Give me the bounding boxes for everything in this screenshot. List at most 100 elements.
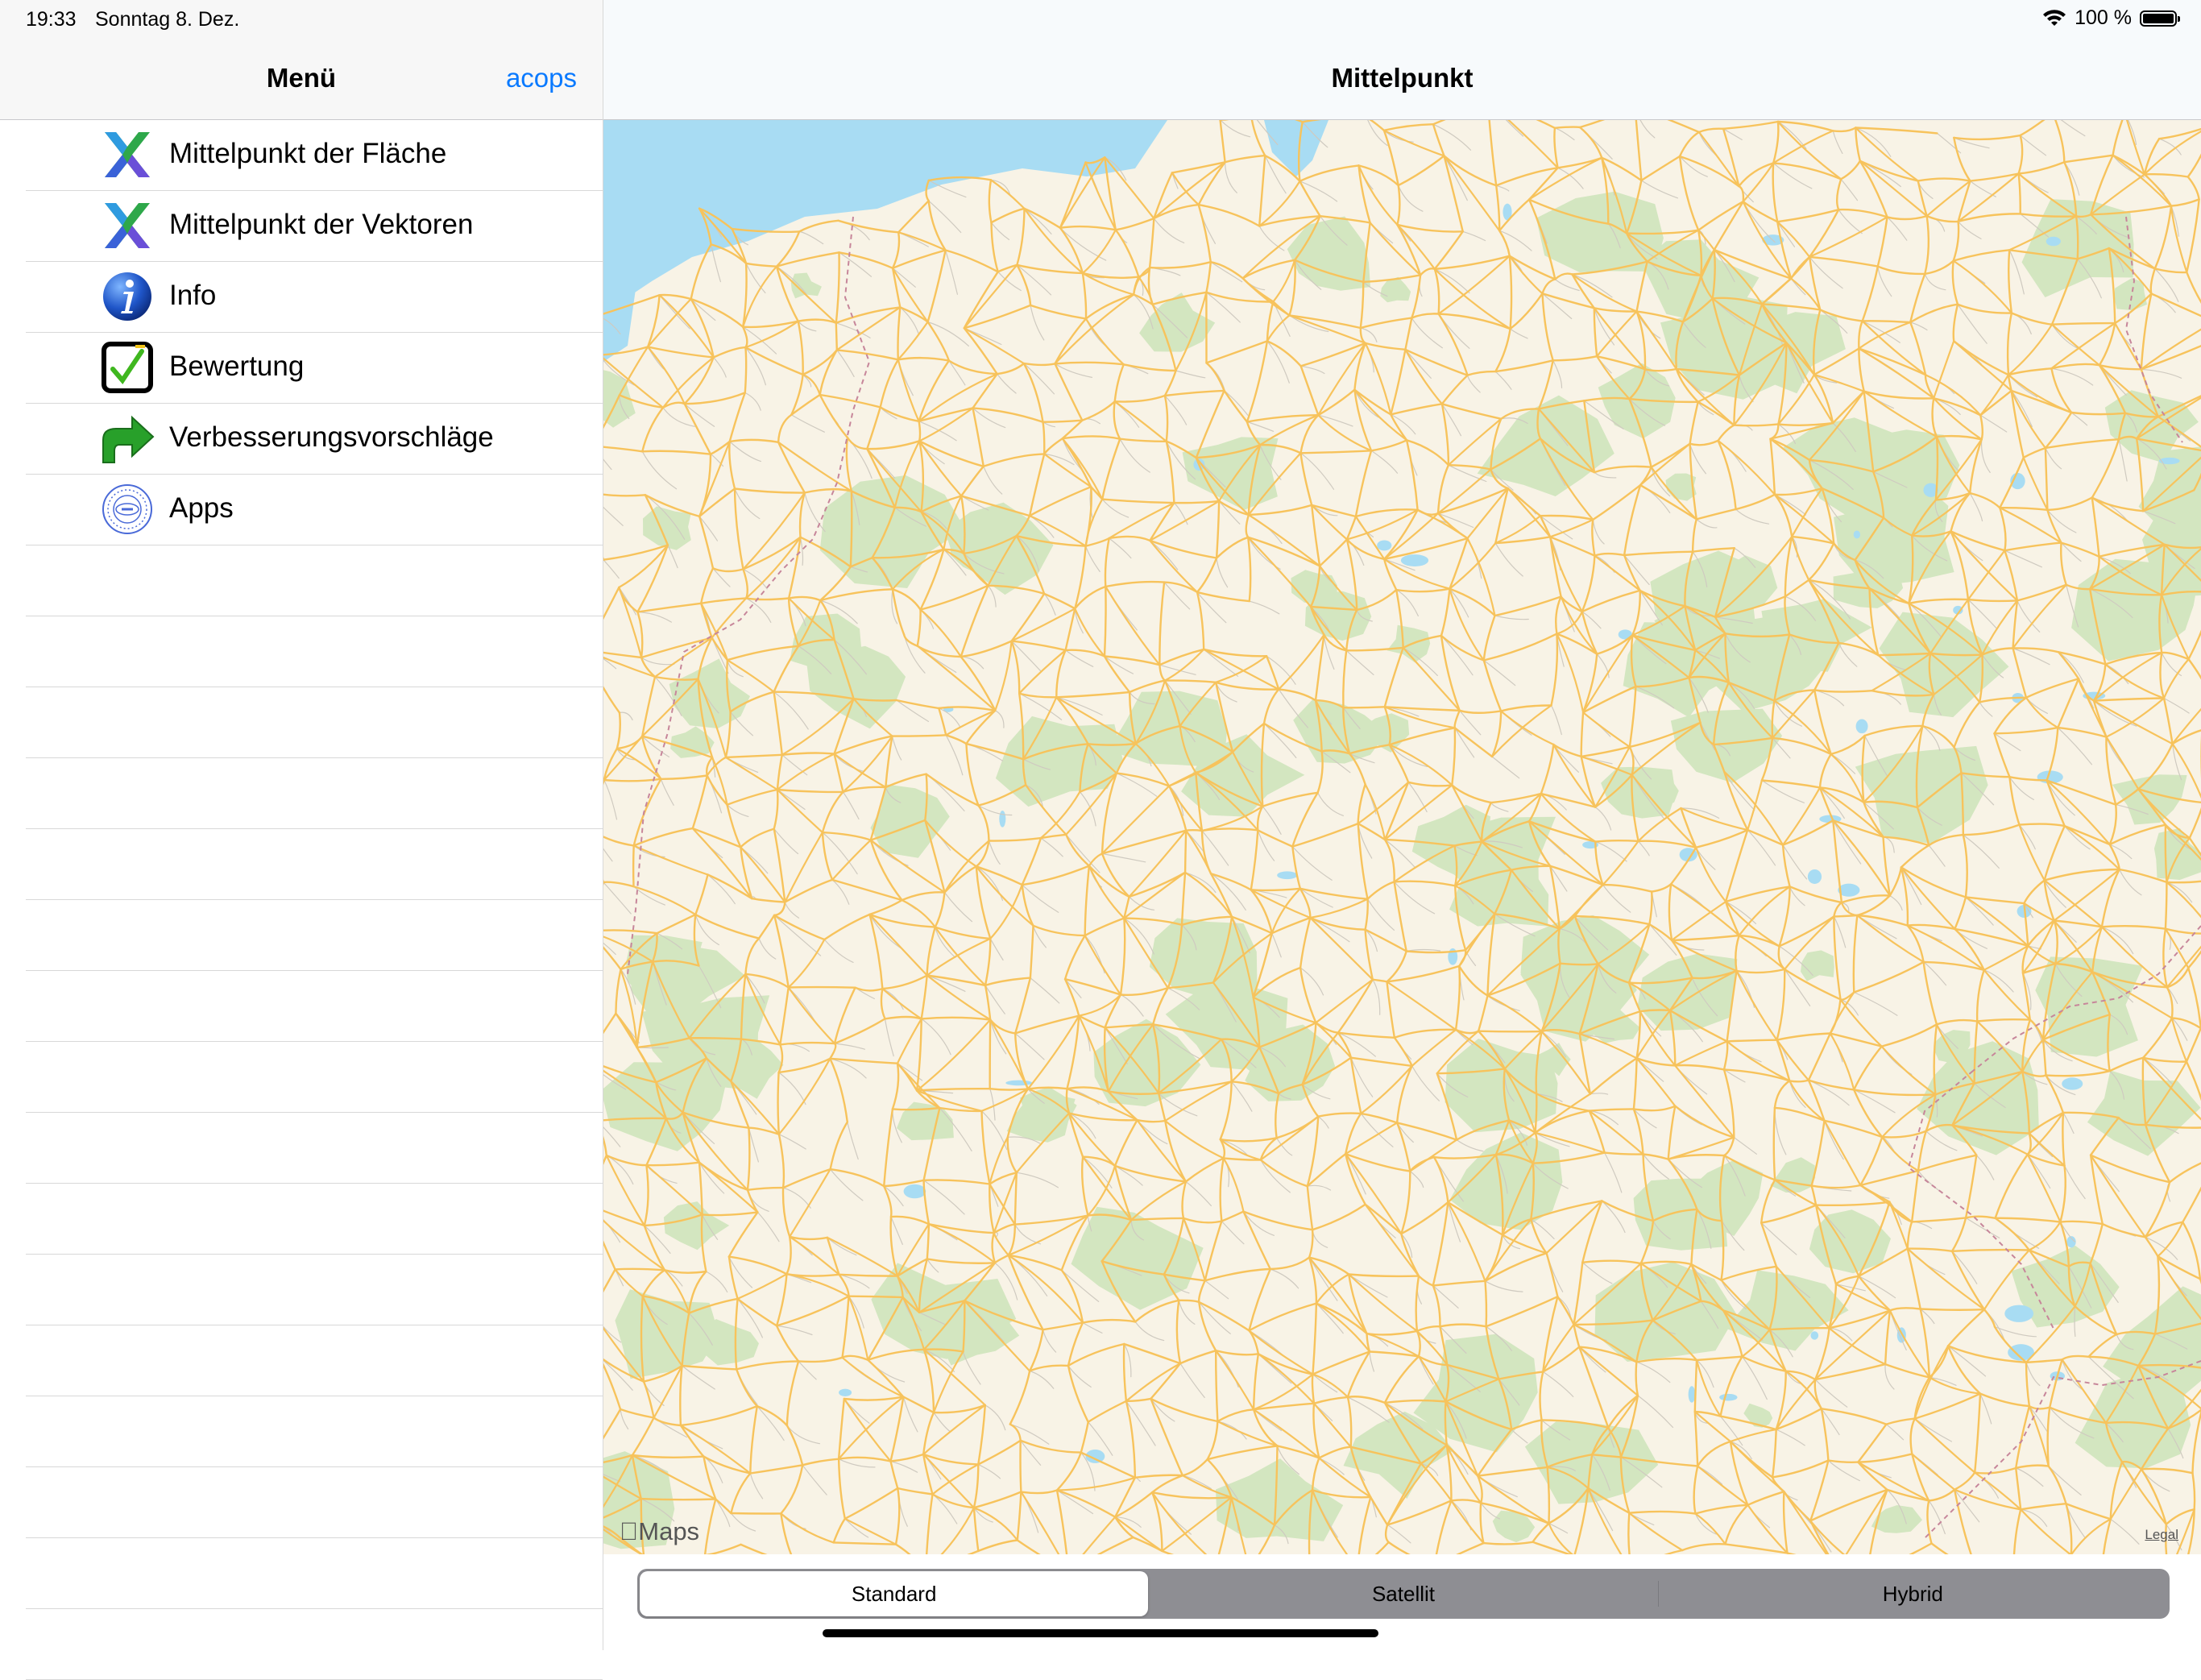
road: [1022, 838, 1041, 885]
road: [1373, 980, 1387, 982]
road: [1316, 980, 1372, 1023]
road: [1484, 661, 1515, 686]
road: [1909, 599, 1968, 604]
road: [774, 692, 782, 755]
road: [978, 806, 989, 841]
menu-item-vector-center[interactable]: Mittelpunkt der Vektoren: [26, 191, 603, 262]
road: [1150, 262, 1211, 268]
legal-link[interactable]: Legal: [2145, 1527, 2178, 1543]
map-type-segmented-control[interactable]: Standard Satellit Hybrid: [637, 1569, 2170, 1619]
road: [1508, 488, 1551, 537]
road: [1438, 513, 1468, 538]
road: [1556, 634, 1583, 713]
road: [1995, 728, 2058, 733]
segment-satellite[interactable]: Satellit: [1149, 1571, 1657, 1616]
road: [1668, 1106, 1676, 1159]
road: [1772, 1429, 1776, 1477]
road: [1726, 1505, 1748, 1545]
road: [706, 1271, 727, 1292]
road: [2000, 508, 2005, 550]
road: [779, 1135, 784, 1188]
road: [685, 404, 715, 426]
empty-row: [26, 1609, 603, 1680]
road: [1066, 650, 1105, 657]
road: [1217, 501, 1219, 558]
road: [1205, 1269, 1270, 1280]
road: [946, 251, 958, 295]
road: [1208, 1421, 1218, 1459]
lake: [904, 1184, 926, 1198]
road: [2190, 803, 2201, 838]
acops-link[interactable]: acops: [506, 63, 577, 93]
road: [603, 780, 604, 829]
road: [1529, 158, 1602, 200]
road: [785, 880, 832, 902]
road: [1484, 661, 1501, 711]
road: [1593, 520, 1604, 544]
road: [1391, 414, 1407, 440]
road: [1954, 1490, 2021, 1510]
map-view[interactable]: Maps Legal: [603, 120, 2201, 1554]
apple-logo-icon: : [620, 1517, 638, 1545]
road: [1495, 329, 1510, 371]
road: [634, 886, 696, 915]
road: [1927, 1501, 1931, 1544]
road: [703, 1457, 715, 1500]
road: [1021, 1492, 1068, 1555]
road: [1954, 138, 1970, 181]
road: [1697, 1357, 1743, 1360]
road: [2164, 699, 2189, 714]
road: [603, 587, 619, 650]
road: [1109, 538, 1131, 558]
road: [1152, 1492, 1162, 1551]
road: [2047, 781, 2116, 805]
road: [991, 180, 1025, 209]
road: [2113, 156, 2171, 206]
segment-hybrid[interactable]: Hybrid: [1659, 1571, 2167, 1616]
road: [1726, 830, 1747, 902]
menu-item-apps[interactable]: Apps: [26, 475, 603, 545]
menu-item-area-center[interactable]: Mittelpunkt der Fläche: [26, 120, 603, 191]
road: [642, 677, 655, 736]
menu-item-info[interactable]: Info: [26, 262, 603, 333]
road: [1338, 980, 1373, 1033]
road: [839, 221, 870, 240]
road: [2062, 543, 2099, 557]
road: [1854, 915, 1858, 993]
road: [1180, 1363, 1204, 1397]
road: [1130, 681, 1165, 692]
menu-item-suggestions[interactable]: Verbesserungsvorschläge: [26, 404, 603, 475]
lake: [2046, 237, 2061, 247]
road: [1114, 401, 1120, 438]
road: [2030, 1020, 2043, 1040]
road: [1966, 1217, 2000, 1238]
road: [893, 736, 902, 761]
arrow-icon: [100, 411, 155, 466]
road: [1605, 1153, 1643, 1155]
road: [783, 1169, 831, 1188]
road: [1246, 515, 1249, 537]
road: [746, 537, 800, 599]
road: [1433, 1281, 1486, 1286]
road: [1361, 1066, 1411, 1114]
road: [1308, 1185, 1331, 1190]
road: [1174, 501, 1219, 503]
road: [1186, 1182, 1212, 1206]
road: [1319, 1447, 1350, 1458]
road: [1015, 1034, 1044, 1060]
road: [604, 779, 661, 781]
road: [1320, 539, 1347, 566]
road: [1681, 808, 1748, 830]
road: [783, 1188, 790, 1237]
road: [1405, 350, 1431, 379]
road: [1910, 322, 1925, 375]
home-indicator[interactable]: [823, 1629, 1378, 1637]
road: [1010, 1371, 1030, 1425]
segment-standard[interactable]: Standard: [640, 1571, 1148, 1616]
road: [634, 779, 661, 846]
menu-item-rating[interactable]: Bewertung: [26, 333, 603, 404]
road: [1105, 995, 1121, 1028]
road: [1859, 349, 1925, 375]
road: [1318, 793, 1344, 816]
road: [1086, 295, 1134, 319]
